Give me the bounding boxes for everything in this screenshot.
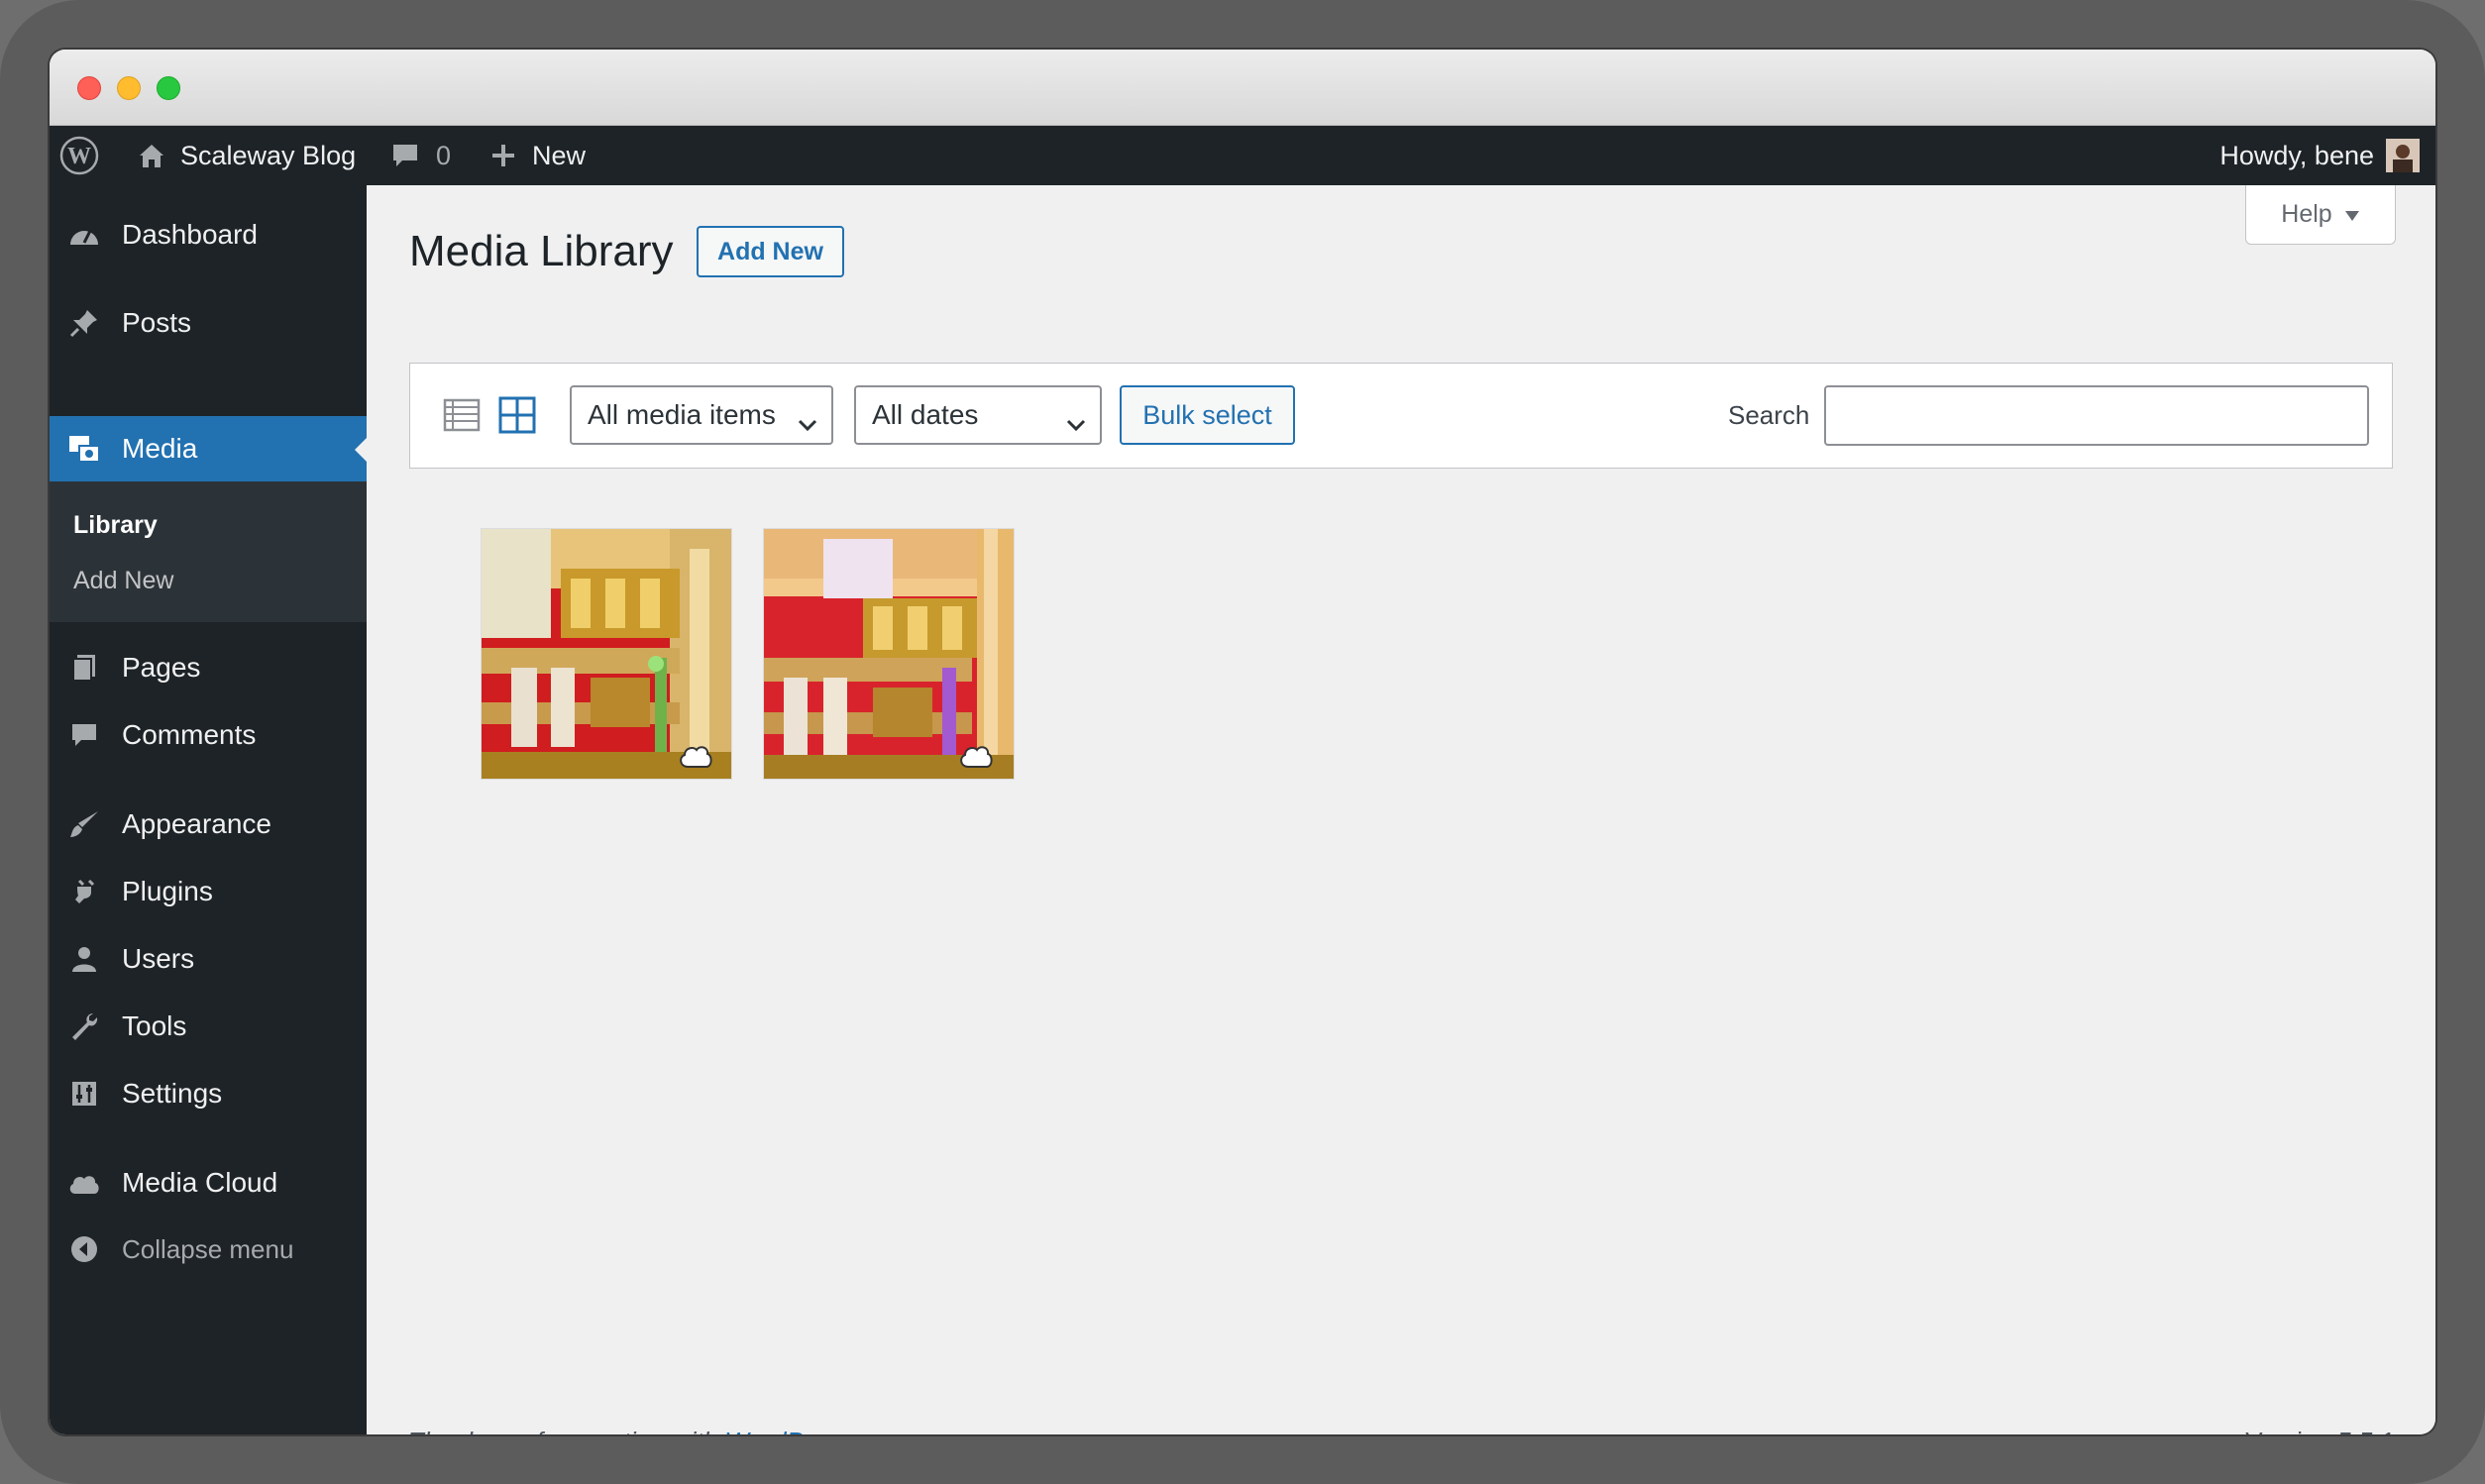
- footer-thanks-suffix: .: [852, 1427, 859, 1434]
- main-content: Help Media Library Add New All media ite…: [367, 185, 2435, 1434]
- sidebar-item-label: Dashboard: [122, 219, 258, 250]
- new-content-link[interactable]: New: [490, 126, 586, 185]
- howdy-greeting: Howdy, bene: [2219, 140, 2374, 170]
- minimize-window-button[interactable]: [117, 76, 141, 100]
- home-icon: [137, 141, 166, 170]
- comments-link[interactable]: 0: [390, 126, 451, 185]
- collapse-menu-button[interactable]: Collapse menu: [50, 1217, 367, 1282]
- sidebar-item-label: Media Cloud: [122, 1167, 278, 1198]
- close-window-button[interactable]: [77, 76, 101, 100]
- submenu-item-add-new[interactable]: Add New: [73, 567, 173, 595]
- sidebar-item-settings[interactable]: Settings: [50, 1061, 367, 1126]
- browser-window: W Scaleway Blog 0 New Howdy, bene Dashbo…: [50, 50, 2435, 1434]
- sidebar-item-comments[interactable]: Comments: [50, 702, 367, 768]
- sidebar-item-label: Appearance: [122, 808, 272, 839]
- sidebar-item-users[interactable]: Users: [50, 926, 367, 992]
- sidebar-item-label: Settings: [122, 1078, 223, 1109]
- triangle-down-icon: [2344, 200, 2360, 229]
- media-item[interactable]: [481, 528, 732, 780]
- plus-icon: [490, 143, 516, 168]
- user-icon: [67, 944, 101, 974]
- admin-bar: W Scaleway Blog 0 New Howdy, bene: [50, 126, 2435, 185]
- avatar: [2386, 139, 2420, 172]
- media-icon: [67, 434, 101, 464]
- page-title: Media Library: [409, 227, 674, 275]
- list-view-icon[interactable]: [443, 396, 481, 434]
- wordpress-logo-icon[interactable]: W: [59, 126, 99, 185]
- sidebar-item-label: Tools: [122, 1010, 187, 1041]
- sidebar-item-label: Comments: [122, 719, 257, 750]
- footer-version: Version 5.5.1: [2245, 1427, 2396, 1434]
- date-filter-value: All dates: [872, 399, 979, 430]
- media-type-filter[interactable]: All media items: [570, 385, 833, 445]
- dashboard-icon: [67, 220, 101, 250]
- wordpress-link[interactable]: WordPress: [724, 1427, 852, 1434]
- sidebar-item-appearance[interactable]: Appearance: [50, 792, 367, 857]
- plugin-icon: [67, 877, 101, 906]
- media-type-filter-value: All media items: [588, 399, 776, 430]
- chevron-down-icon: [1066, 407, 1086, 439]
- help-label: Help: [2281, 200, 2332, 228]
- media-thumbnail-image: [764, 529, 1014, 779]
- date-filter[interactable]: All dates: [854, 385, 1102, 445]
- account-menu[interactable]: Howdy, bene: [2219, 126, 2420, 185]
- sidebar-item-media[interactable]: Media: [50, 416, 367, 481]
- media-item[interactable]: [763, 528, 1015, 780]
- settings-icon: [67, 1079, 101, 1109]
- media-thumbnail-image: [482, 529, 731, 779]
- sidebar-item-label: Media: [122, 433, 198, 464]
- svg-text:W: W: [67, 144, 91, 169]
- sidebar-item-tools[interactable]: Tools: [50, 994, 367, 1059]
- pages-icon: [67, 653, 101, 683]
- comment-icon: [67, 720, 101, 750]
- new-label: New: [532, 140, 587, 170]
- sidebar-item-label: Plugins: [122, 876, 213, 906]
- sidebar-item-pages[interactable]: Pages: [50, 635, 367, 700]
- search-label: Search: [1728, 400, 1810, 430]
- grid-view-icon[interactable]: [498, 396, 536, 434]
- zoom-window-button[interactable]: [157, 76, 180, 100]
- sidebar-item-plugins[interactable]: Plugins: [50, 859, 367, 924]
- footer-thanks: Thank you for creating with WordPress.: [408, 1427, 859, 1434]
- sidebar-item-media-cloud[interactable]: Media Cloud: [50, 1150, 367, 1216]
- comments-count: 0: [436, 140, 452, 170]
- media-search-input[interactable]: [1824, 385, 2369, 446]
- media-toolbar: All media items All dates Bulk select Se…: [409, 363, 2393, 469]
- collapse-arrow-icon: [67, 1234, 101, 1264]
- collapse-menu-label: Collapse menu: [122, 1233, 294, 1264]
- wrench-icon: [67, 1011, 101, 1041]
- cloud-icon: [67, 1168, 101, 1198]
- comment-bubble-icon: [390, 141, 420, 170]
- sidebar-item-label: Pages: [122, 652, 201, 683]
- cloud-icon: [680, 746, 712, 768]
- admin-sidebar: Dashboard Posts Media Library Add New Pa…: [50, 185, 367, 1434]
- sidebar-item-posts[interactable]: Posts: [50, 290, 367, 356]
- site-home-link[interactable]: Scaleway Blog: [137, 126, 356, 185]
- sidebar-item-dashboard[interactable]: Dashboard: [50, 202, 367, 267]
- sidebar-item-label: Posts: [122, 307, 192, 338]
- brush-icon: [67, 809, 101, 839]
- window-titlebar: [50, 50, 2435, 126]
- pin-icon: [67, 308, 101, 338]
- add-new-media-button[interactable]: Add New: [697, 226, 844, 277]
- submenu-item-library[interactable]: Library: [73, 511, 158, 540]
- sidebar-item-label: Users: [122, 943, 195, 974]
- help-tab-button[interactable]: Help: [2245, 185, 2396, 245]
- media-submenu: Library Add New: [50, 481, 367, 622]
- site-name: Scaleway Blog: [180, 140, 357, 170]
- cloud-icon: [960, 746, 993, 768]
- footer-thanks-prefix: Thank you for creating with: [408, 1427, 724, 1434]
- bulk-select-button[interactable]: Bulk select: [1120, 385, 1295, 445]
- chevron-down-icon: [798, 407, 817, 439]
